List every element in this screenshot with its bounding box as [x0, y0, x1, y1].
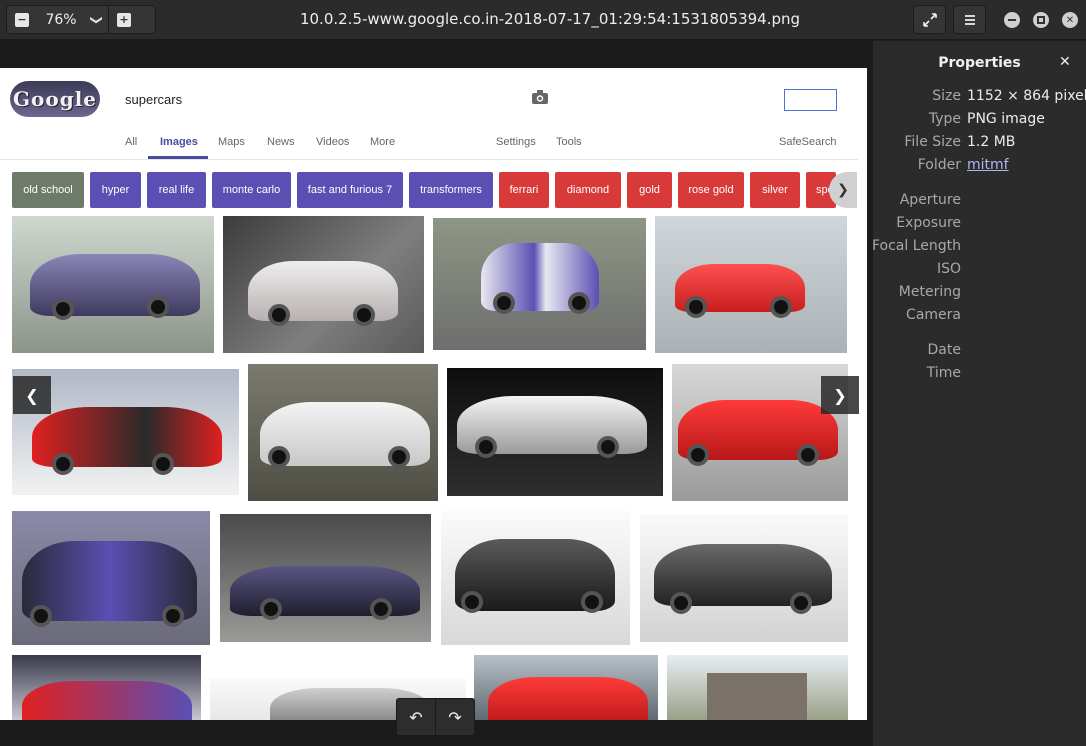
date-label: Date: [927, 342, 961, 358]
focal-length-label: Focal Length: [871, 238, 961, 254]
chip-transformers: transformers: [409, 172, 493, 208]
search-query: supercars: [125, 92, 183, 107]
nav-news: News: [267, 136, 295, 148]
car-image: [441, 511, 630, 645]
folder-link[interactable]: mitmf: [967, 157, 1009, 173]
chip-ferrari: ferrari: [499, 172, 549, 208]
size-value: 1152 × 864 pixels: [967, 88, 1086, 104]
chip-gold: gold: [627, 172, 672, 208]
file-size-label: File Size: [904, 134, 961, 150]
car-image: [12, 216, 214, 353]
menu-button[interactable]: [953, 5, 986, 34]
carousel-prev-icon: ❮: [13, 376, 51, 414]
search-box-fragment: [784, 89, 837, 111]
chip-rose-gold: rose gold: [678, 172, 744, 208]
car-image: [248, 364, 438, 501]
zoom-dropdown-icon[interactable]: ❯: [90, 9, 104, 31]
file-size-value: 1.2 MB: [967, 134, 1016, 150]
zoom-control: − 76% ❯ +: [6, 5, 156, 34]
nav-maps: Maps: [218, 136, 245, 148]
fullscreen-icon: [922, 12, 937, 27]
time-label: Time: [926, 365, 961, 381]
car-image: [640, 514, 848, 642]
car-image: [220, 514, 431, 642]
chip-monte-carlo: monte carlo: [212, 172, 291, 208]
rotate-left-icon: ↶: [409, 707, 423, 727]
chip-fast-and-furious-7: fast and furious 7: [297, 172, 403, 208]
window-title: 10.0.2.5-www.google.co.in-2018-07-17_01:…: [299, 10, 801, 28]
rotate-right-button[interactable]: ↷: [436, 699, 474, 735]
nav-all: All: [125, 136, 138, 148]
close-icon: ✕: [1065, 14, 1075, 26]
size-label: Size: [932, 88, 961, 104]
rotate-left-button[interactable]: ↶: [397, 699, 435, 735]
car-image: [447, 368, 663, 496]
car-image: [223, 216, 424, 353]
nav-images: Images: [160, 136, 198, 148]
exposure-label: Exposure: [896, 215, 961, 231]
google-logo: Google: [10, 81, 100, 117]
close-icon: ✕: [1059, 54, 1071, 70]
divider: [0, 159, 858, 160]
properties-title: Properties: [938, 55, 1021, 71]
chip-hyper: hyper: [90, 172, 141, 208]
type-value: PNG image: [967, 111, 1045, 127]
car-image: [433, 218, 646, 350]
rotate-right-icon: ↷: [448, 707, 462, 727]
hamburger-menu-icon: [964, 14, 975, 25]
close-button[interactable]: ✕: [1062, 12, 1078, 28]
close-properties-button[interactable]: ✕: [1059, 54, 1071, 70]
chip-old-school: old school: [12, 172, 84, 208]
minimize-icon: [1008, 19, 1016, 21]
zoom-in-button[interactable]: +: [117, 12, 131, 27]
chip-silver: silver: [750, 172, 800, 208]
aperture-label: Aperture: [899, 192, 961, 208]
car-image: [474, 655, 658, 720]
camera-label: Camera: [906, 307, 961, 323]
folder-label: Folder: [917, 157, 961, 173]
rotate-controls: ↶ ↷: [396, 698, 475, 736]
zoom-out-button[interactable]: −: [15, 12, 29, 27]
car-image: [667, 655, 848, 720]
carousel-next-icon: ❯: [821, 376, 859, 414]
minimize-button[interactable]: [1004, 12, 1020, 28]
nav-videos: Videos: [316, 136, 350, 148]
maximize-button[interactable]: [1033, 12, 1049, 28]
nav-more: More: [370, 136, 396, 148]
fullscreen-button[interactable]: [913, 5, 946, 34]
car-image: [655, 216, 847, 353]
title-bar: − 76% ❯ + 10.0.2.5-www.google.co.in-2018…: [0, 0, 1086, 40]
image-viewer[interactable]: Google supercars All Images Maps News Vi…: [0, 41, 873, 746]
iso-label: ISO: [936, 261, 961, 277]
nav-safesearch: SafeSearch: [779, 136, 837, 148]
displayed-screenshot: Google supercars All Images Maps News Vi…: [0, 68, 867, 720]
camera-icon: [532, 90, 548, 104]
zoom-level[interactable]: 76%: [36, 12, 86, 28]
properties-panel: Properties ✕ Size 1152 × 864 pixels Type…: [871, 41, 1086, 746]
car-image: [12, 511, 210, 645]
chip-diamond: diamond: [555, 172, 621, 208]
maximize-icon: [1037, 16, 1045, 24]
nav-settings: Settings: [496, 136, 536, 148]
chip-scroll-right-icon: ❯: [829, 172, 857, 208]
metering-label: Metering: [898, 284, 961, 300]
divider: [108, 5, 109, 34]
nav-tools: Tools: [556, 136, 582, 148]
chip-real-life: real life: [147, 172, 206, 208]
car-image: [12, 655, 201, 720]
type-label: Type: [928, 111, 961, 127]
